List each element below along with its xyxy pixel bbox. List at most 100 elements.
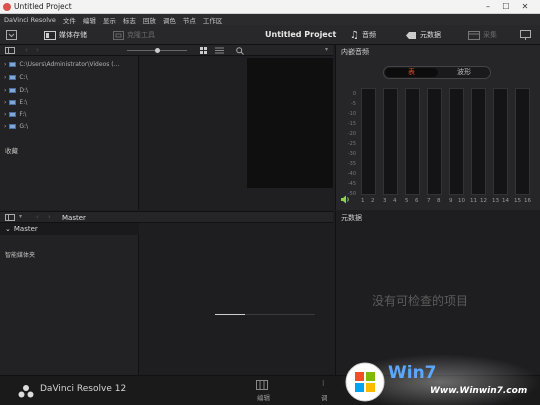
minimize-button[interactable]: – — [481, 1, 495, 13]
meter-waveform-toggle[interactable]: 表 波形 — [383, 66, 491, 79]
master-bin-label: Master — [13, 225, 38, 233]
audio-meter — [405, 88, 420, 195]
expand-arrow-icon[interactable]: › — [4, 99, 6, 106]
speaker-icon[interactable] — [340, 195, 350, 204]
menu-davinci-resolve[interactable]: DaVinci Resolve — [4, 16, 56, 24]
monitor-button[interactable] — [520, 29, 531, 41]
drive-icon — [9, 112, 17, 117]
meter-scale-label: -20 — [347, 131, 356, 137]
grid-view-icon[interactable] — [200, 47, 208, 54]
tree-item[interactable]: › C:\Users\Administrator\Videos (... — [4, 60, 119, 69]
chevron-down-icon[interactable]: ▾ — [325, 46, 328, 53]
drive-icon — [9, 88, 17, 93]
bin-clips-area[interactable] — [140, 223, 333, 375]
audio-meter — [493, 88, 508, 195]
waveform-tab[interactable]: 波形 — [439, 68, 489, 77]
bin-header: ▾ ‹ › Master — [0, 211, 333, 223]
menu-nodes[interactable]: 节点 — [183, 15, 196, 25]
menu-edit[interactable]: 编辑 — [83, 15, 96, 25]
slider-handle[interactable] — [155, 48, 160, 53]
menu-file[interactable]: 文件 — [63, 15, 76, 25]
media-storage-label: 媒体存储 — [59, 31, 87, 39]
clone-tool-button[interactable]: 克隆工具 — [113, 29, 155, 41]
project-name: Untitled Project — [265, 30, 337, 39]
windows-logo-icon — [345, 362, 385, 402]
meter-scale-label: -40 — [347, 171, 356, 177]
color-page-icon[interactable]: ⁝ — [322, 379, 325, 388]
app-logo-icon — [3, 3, 11, 11]
channel-label: 5 — [405, 198, 409, 204]
meter-scale-label: -30 — [347, 151, 356, 157]
meter-scale-label: 0 — [352, 91, 356, 97]
menu-color[interactable]: 调色 — [163, 15, 176, 25]
channel-label: 11 — [470, 198, 477, 204]
menu-mark[interactable]: 标志 — [123, 15, 136, 25]
expand-arrow-icon[interactable]: › — [4, 111, 6, 118]
expand-arrow-icon[interactable]: › — [4, 61, 6, 68]
clone-tool-label: 克隆工具 — [127, 31, 155, 39]
sidebar-toggle-icon[interactable] — [5, 47, 15, 54]
meter-scale-label: -10 — [347, 111, 356, 117]
clone-tool-icon — [113, 30, 124, 40]
color-page-label[interactable]: 调 — [321, 392, 328, 402]
drop-indicator-trail — [245, 314, 315, 315]
forward-arrow-icon[interactable]: › — [48, 213, 51, 221]
audio-meter — [449, 88, 464, 195]
media-storage-button[interactable]: 媒体存储 — [44, 29, 87, 41]
watermark-brand: Win7 — [388, 363, 437, 383]
maximize-button[interactable]: ☐ — [499, 1, 513, 13]
tree-item[interactable]: › D:\ — [4, 86, 28, 95]
channel-label: 9 — [449, 198, 453, 204]
metadata-label: 元数据 — [420, 31, 441, 39]
meters-tab[interactable]: 表 — [385, 68, 438, 77]
expand-arrow-icon[interactable]: › — [4, 123, 6, 130]
capture-label: 采集 — [483, 31, 497, 39]
tree-item[interactable]: › C:\ — [4, 73, 28, 82]
drop-indicator — [215, 314, 245, 315]
tree-item-label: D:\ — [19, 87, 29, 94]
panel-toggle-icon — [6, 30, 17, 40]
tree-item[interactable]: › F:\ — [4, 110, 26, 119]
panel-toggle-button[interactable] — [6, 29, 17, 41]
sidebar-toggle-icon[interactable] — [5, 214, 15, 221]
brand-label: DaVinci Resolve 12 — [40, 384, 127, 394]
audio-label: 音频 — [361, 31, 376, 39]
smart-bins-label: 智能媒体夹 — [5, 252, 36, 259]
watermark: Win7 — [340, 354, 540, 405]
title-bar: Untitled Project – ☐ ✕ — [0, 0, 540, 14]
expand-arrow-icon[interactable]: › — [4, 87, 6, 94]
back-arrow-icon[interactable]: ‹ — [25, 46, 28, 54]
empty-metadata-message: 没有可检查的项目 — [372, 294, 469, 308]
audio-button[interactable]: ♫ 音频 — [350, 29, 376, 41]
window-title: Untitled Project — [14, 2, 72, 11]
menu-view[interactable]: 显示 — [103, 15, 116, 25]
master-bin[interactable]: ⌄ Master — [0, 223, 139, 235]
menu-workspace[interactable]: 工作区 — [203, 15, 223, 25]
chevron-down-icon[interactable]: ▾ — [19, 213, 22, 220]
list-view-icon[interactable] — [215, 47, 224, 54]
chevron-down-icon[interactable]: ⌄ — [5, 225, 11, 233]
expand-arrow-icon[interactable]: › — [4, 74, 6, 81]
tree-item[interactable]: › E:\ — [4, 98, 27, 107]
forward-arrow-icon[interactable]: › — [36, 46, 39, 54]
bin-tree — [0, 223, 139, 375]
media-browser-header: ‹ › ▾ — [0, 45, 333, 56]
metadata-button[interactable]: 元数据 — [405, 29, 441, 41]
back-arrow-icon[interactable]: ‹ — [36, 213, 39, 221]
channel-label: 10 — [458, 198, 465, 204]
search-icon[interactable] — [236, 47, 244, 55]
close-button[interactable]: ✕ — [518, 1, 532, 13]
menu-playback[interactable]: 回放 — [143, 15, 156, 25]
capture-button[interactable]: 采集 — [468, 29, 497, 41]
tree-item-label: G:\ — [19, 123, 29, 130]
audio-meter — [471, 88, 486, 195]
audio-panel-header: 内嵌音频 — [341, 48, 369, 56]
file-tree: › C:\Users\Administrator\Videos (... › C:\… — [0, 56, 139, 210]
drive-icon — [9, 62, 17, 67]
edit-page-icon[interactable] — [256, 380, 268, 390]
tree-item-label: C:\Users\Administrator\Videos (... — [19, 61, 120, 68]
clip-viewer[interactable] — [247, 58, 333, 188]
tree-item[interactable]: › G:\ — [4, 122, 28, 131]
edit-page-label[interactable]: 编辑 — [257, 392, 270, 402]
meter-scale-label: -5 — [351, 101, 356, 107]
